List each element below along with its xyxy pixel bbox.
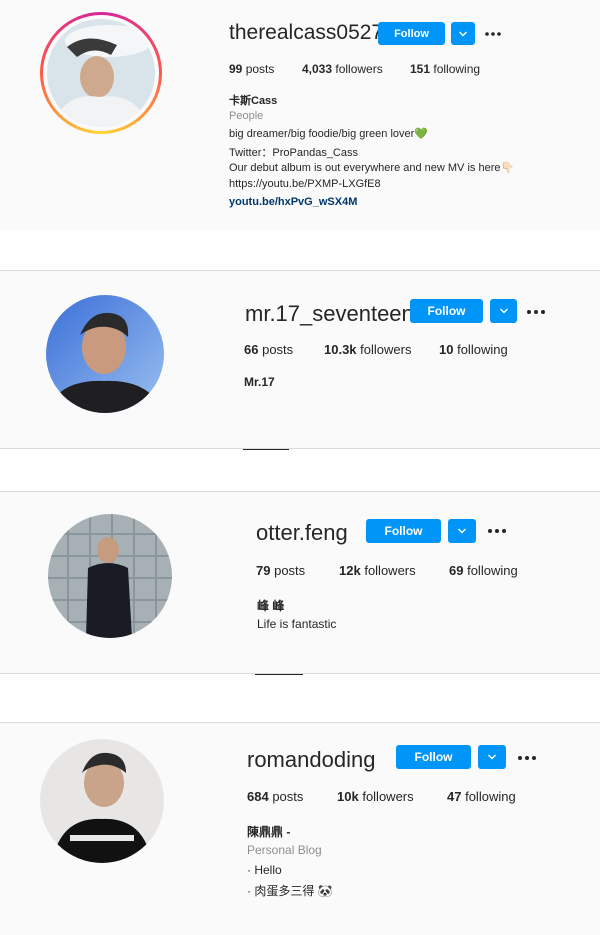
avatar[interactable] xyxy=(46,295,164,413)
chevron-down-icon xyxy=(488,754,496,760)
profile-card-mr17: mr.17_seventeen Follow 66 posts 10.3k fo… xyxy=(0,270,600,450)
posts-count: 99 posts xyxy=(229,62,275,76)
profile-card-therealcass0527: therealcass0527 Follow 99 posts 4,033 fo… xyxy=(0,0,600,230)
suggested-dropdown-button[interactable] xyxy=(448,519,476,543)
username: therealcass0527 xyxy=(229,21,384,44)
more-icon xyxy=(518,756,536,760)
bio-line: · 肉蛋多三得 🐼 xyxy=(247,884,333,898)
website-link[interactable]: youtu.be/hxPvG_wSX4M xyxy=(229,196,357,208)
bio-line: https://youtu.be/PXMP-LXGfE8 xyxy=(229,178,381,190)
more-options-button[interactable] xyxy=(485,27,501,39)
followers-count[interactable]: 12k followers xyxy=(339,563,416,578)
bio-line: Our debut album is out everywhere and ne… xyxy=(229,162,515,174)
avatar[interactable] xyxy=(40,739,164,863)
follow-button[interactable]: Follow xyxy=(396,745,471,769)
username: mr.17_seventeen xyxy=(245,301,414,326)
suggested-dropdown-button[interactable] xyxy=(478,745,506,769)
bio-line: big dreamer/big foodie/big green lover💚 xyxy=(229,128,428,140)
profile-card-romandoding: romandoding Follow 684 posts 10k followe… xyxy=(0,722,600,935)
more-options-button[interactable] xyxy=(488,524,506,536)
posts-count: 684 posts xyxy=(247,789,304,804)
profile-card-otter-feng: otter.feng Follow 79 posts 12k followers… xyxy=(0,491,600,675)
tab-indicator xyxy=(243,449,289,450)
following-count[interactable]: 10 following xyxy=(439,342,508,357)
tab-indicator xyxy=(255,674,303,675)
chevron-down-icon xyxy=(459,31,467,36)
more-options-button[interactable] xyxy=(518,751,536,763)
chevron-down-icon xyxy=(458,528,466,534)
more-icon xyxy=(527,310,545,314)
more-icon xyxy=(488,529,506,533)
follow-button[interactable]: Follow xyxy=(366,519,441,543)
avatar[interactable] xyxy=(47,19,155,127)
full-name: 陳鼎鼎 - xyxy=(247,825,291,839)
full-name: 峰 峰 xyxy=(257,599,285,613)
category-label: Personal Blog xyxy=(247,843,322,857)
following-count[interactable]: 69 following xyxy=(449,563,518,578)
bio-line: Twitter：ProPandas_Cass xyxy=(229,147,358,159)
full-name: Mr.17 xyxy=(244,375,275,389)
posts-count: 79 posts xyxy=(256,563,306,578)
following-count[interactable]: 151 following xyxy=(410,62,480,76)
suggested-dropdown-button[interactable] xyxy=(490,299,517,323)
follow-button[interactable]: Follow xyxy=(378,22,445,45)
full-name: 卡斯Cass xyxy=(229,95,278,107)
more-icon xyxy=(485,32,501,36)
suggested-dropdown-button[interactable] xyxy=(451,22,475,45)
followers-count[interactable]: 10k followers xyxy=(337,789,414,804)
category-label: People xyxy=(229,110,264,122)
following-count[interactable]: 47 following xyxy=(447,789,516,804)
follow-button[interactable]: Follow xyxy=(410,299,483,323)
followers-count[interactable]: 4,033 followers xyxy=(302,62,383,76)
username: romandoding xyxy=(247,747,376,772)
bio-line: · Hello xyxy=(247,863,282,877)
chevron-down-icon xyxy=(499,308,508,314)
username: otter.feng xyxy=(256,520,348,545)
bio-line: Life is fantastic xyxy=(257,617,337,631)
more-options-button[interactable] xyxy=(527,305,545,317)
followers-count[interactable]: 10.3k followers xyxy=(324,342,411,357)
avatar[interactable] xyxy=(48,514,172,638)
posts-count: 66 posts xyxy=(244,342,294,357)
